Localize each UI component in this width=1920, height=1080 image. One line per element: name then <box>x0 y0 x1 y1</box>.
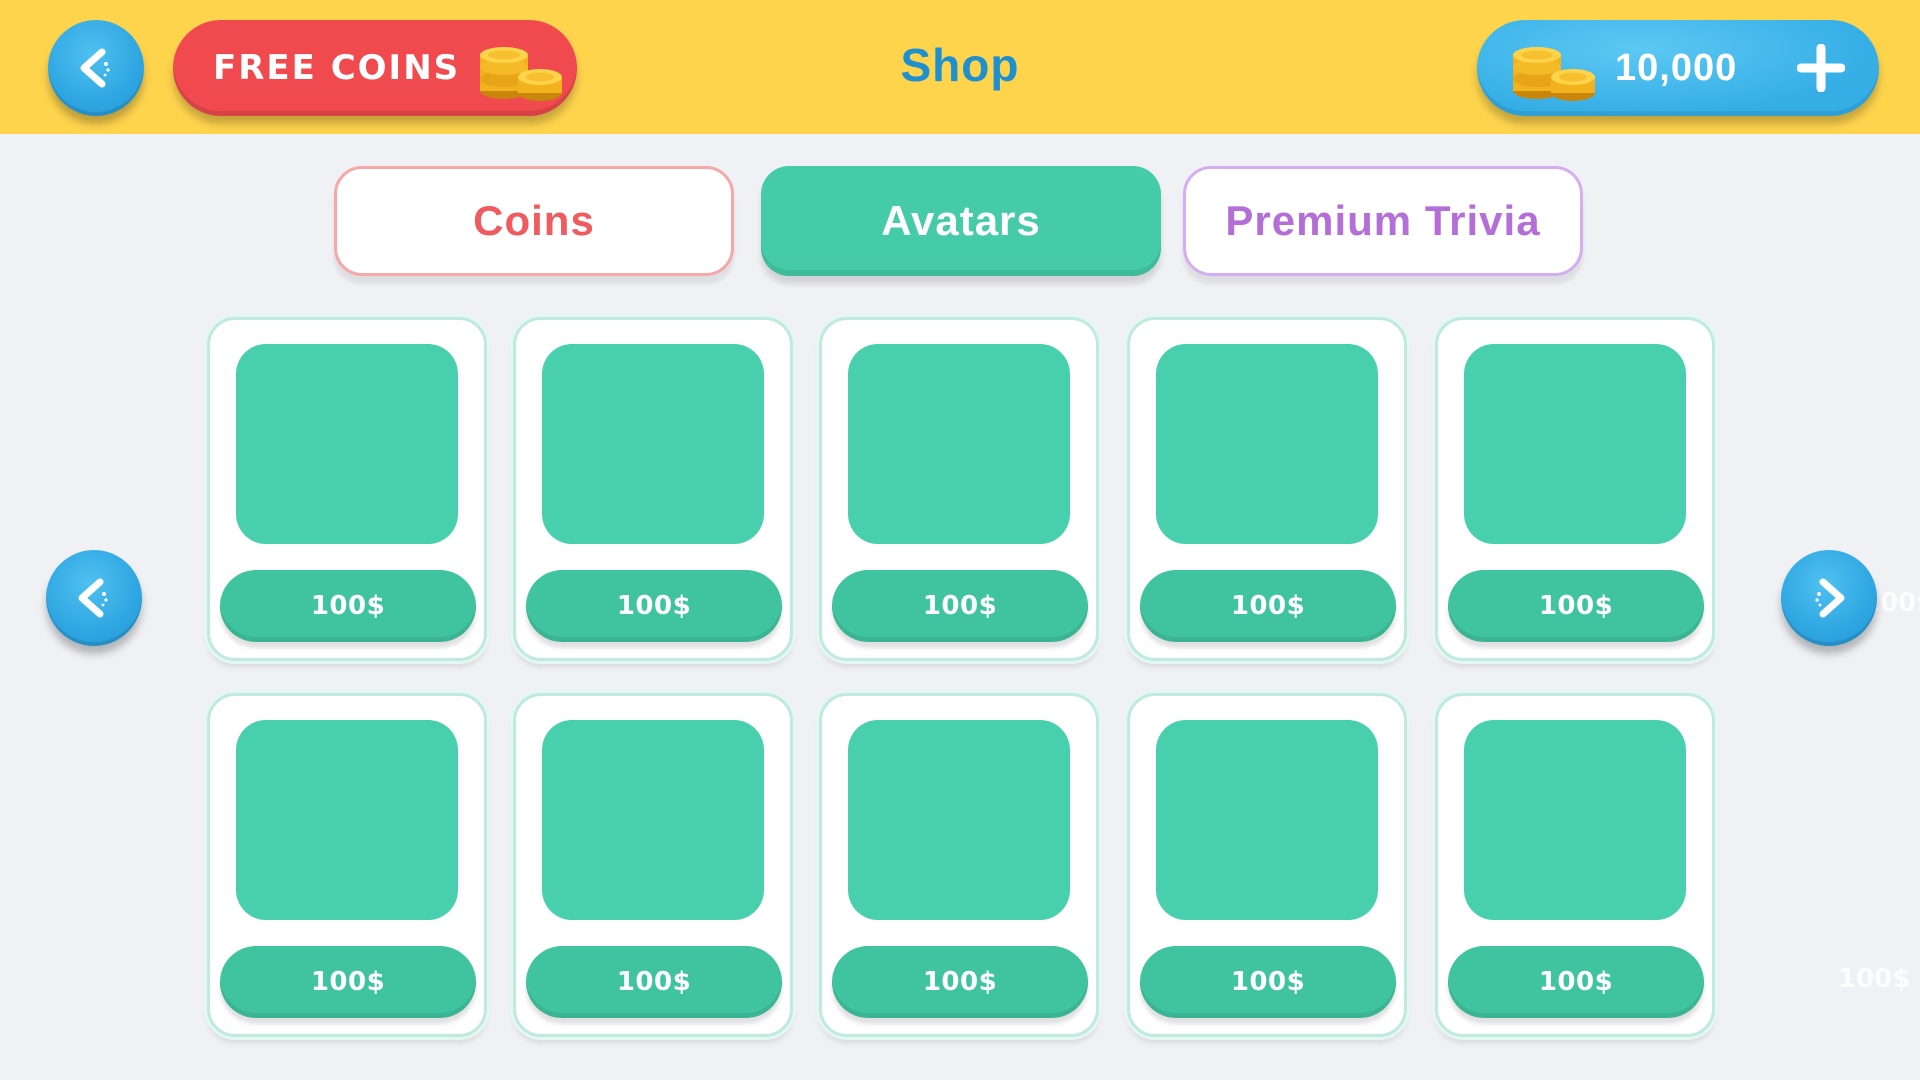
previous-page-button[interactable] <box>46 550 142 646</box>
free-coins-label: FREE COINS <box>213 48 461 88</box>
avatar-thumbnail[interactable] <box>848 720 1070 920</box>
avatar-card[interactable]: 100$ <box>1435 693 1715 1037</box>
offscreen-price: 100$ <box>1838 964 1911 994</box>
next-page-button[interactable] <box>1781 550 1877 646</box>
avatar-thumbnail[interactable] <box>1464 344 1686 544</box>
avatar-card[interactable]: 100$ <box>1127 693 1407 1037</box>
avatar-thumbnail[interactable] <box>542 720 764 920</box>
avatar-thumbnail[interactable] <box>848 344 1070 544</box>
coin-stack-icon <box>1513 47 1595 101</box>
avatar-thumbnail[interactable] <box>542 344 764 544</box>
price-button[interactable]: 100$ <box>1140 946 1396 1018</box>
tab-premium-trivia[interactable]: Premium Trivia <box>1183 166 1583 276</box>
coin-balance[interactable]: 10,000 <box>1477 20 1879 116</box>
price-button[interactable]: 100$ <box>220 570 476 642</box>
price-button[interactable]: 100$ <box>1448 570 1704 642</box>
back-button[interactable] <box>48 20 144 116</box>
top-bar: FREE COINS Shop 10,000 <box>0 0 1920 134</box>
avatar-card[interactable]: 100$ <box>1127 317 1407 661</box>
avatar-card[interactable]: 100$ <box>513 693 793 1037</box>
price-button[interactable]: 100$ <box>832 946 1088 1018</box>
tab-avatars[interactable]: Avatars <box>761 166 1161 276</box>
page-title: Shop <box>900 39 1020 91</box>
price-button[interactable]: 100$ <box>526 570 782 642</box>
price-button[interactable]: 100$ <box>526 946 782 1018</box>
chevron-left-icon <box>80 48 110 88</box>
avatar-thumbnail[interactable] <box>236 344 458 544</box>
avatar-thumbnail[interactable] <box>1156 344 1378 544</box>
plus-icon[interactable] <box>1797 44 1845 92</box>
price-button[interactable]: 100$ <box>1140 570 1396 642</box>
avatar-thumbnail[interactable] <box>236 720 458 920</box>
avatar-grid: 100$ 100$ 100$ 100$ 100$ 100$ 100$ 100$ … <box>0 0 1920 1080</box>
price-button[interactable]: 100$ <box>832 570 1088 642</box>
avatar-card[interactable]: 100$ <box>819 693 1099 1037</box>
avatar-card[interactable]: 100$ <box>207 693 487 1037</box>
avatar-card[interactable]: 100$ <box>819 317 1099 661</box>
free-coins-button[interactable]: FREE COINS <box>173 20 577 116</box>
chevron-left-icon <box>78 578 108 618</box>
price-button[interactable]: 100$ <box>220 946 476 1018</box>
avatar-card[interactable]: 100$ <box>1435 317 1715 661</box>
avatar-thumbnail[interactable] <box>1156 720 1378 920</box>
coin-stack-icon <box>480 47 563 101</box>
balance-amount: 10,000 <box>1615 46 1738 89</box>
avatar-card[interactable]: 100$ <box>207 317 487 661</box>
avatar-card[interactable]: 100$ <box>513 317 793 661</box>
price-button[interactable]: 100$ <box>1448 946 1704 1018</box>
chevron-right-icon <box>1815 578 1845 618</box>
tab-coins[interactable]: Coins <box>334 166 734 276</box>
avatar-thumbnail[interactable] <box>1464 720 1686 920</box>
